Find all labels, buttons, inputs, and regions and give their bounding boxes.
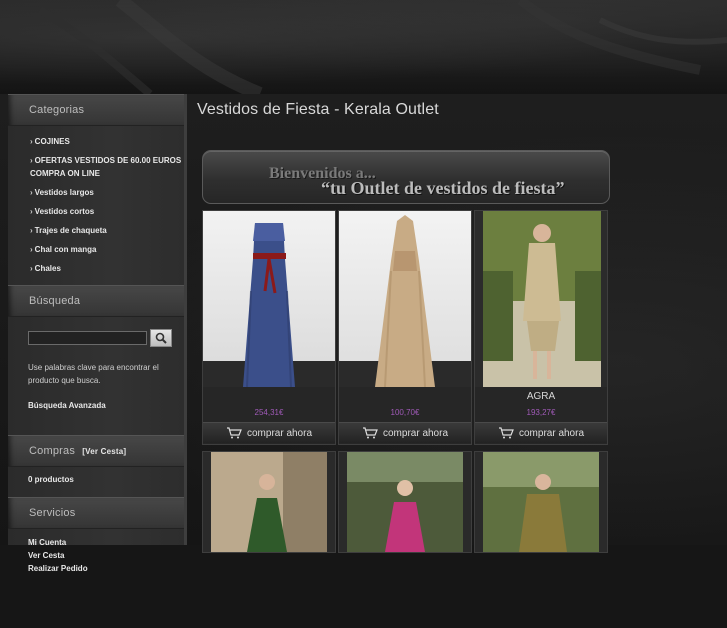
arrow-icon: ›	[30, 264, 33, 273]
product-price: 193,27€	[526, 408, 556, 417]
page-title: Vestidos de Fiesta - Kerala Outlet	[197, 101, 439, 118]
buy-now-label: comprar ahora	[518, 427, 585, 439]
product-card[interactable]	[338, 451, 472, 553]
product-card[interactable]	[474, 451, 608, 553]
search-button[interactable]	[150, 329, 172, 347]
product-image[interactable]	[475, 211, 607, 387]
product-card[interactable]	[202, 451, 336, 553]
services-title: Servicios	[29, 507, 76, 519]
cart-icon	[362, 427, 378, 439]
categories-header: Categorias	[8, 94, 184, 126]
category-item-vestidos-cortos[interactable]: › Vestidos cortos	[30, 203, 184, 220]
categories-title: Categorias	[29, 104, 85, 116]
view-cart-link[interactable]: [Ver Cesta]	[82, 447, 126, 456]
dress-image	[203, 211, 335, 387]
outfit-image	[475, 452, 607, 552]
product-image[interactable]	[203, 211, 335, 387]
product-price: 100,70€	[390, 408, 420, 417]
product-price: 254,31€	[254, 408, 284, 417]
category-label: Vestidos cortos	[34, 207, 95, 216]
search-help-text: Use palabras clave para encontrar el pro…	[28, 363, 159, 385]
product-card[interactable]: 100,70€ comprar ahora	[338, 210, 472, 445]
service-view-cart[interactable]: Ver Cesta	[28, 549, 184, 562]
service-my-account[interactable]: Mi Cuenta	[28, 536, 184, 549]
search-title: Búsqueda	[29, 295, 81, 307]
category-item-trajes[interactable]: › Trajes de chaqueta	[30, 222, 184, 239]
search-input[interactable]	[28, 331, 147, 345]
category-item-chal-con-manga[interactable]: › Chal con manga	[30, 241, 184, 258]
category-item-vestidos-largos[interactable]: › Vestidos largos	[30, 184, 184, 201]
search-box: Use palabras clave para encontrar el pro…	[8, 317, 184, 435]
cart-icon	[226, 427, 242, 439]
buy-now-label: comprar ahora	[246, 427, 313, 439]
arrow-icon: ›	[30, 245, 33, 254]
arrow-icon: ›	[30, 156, 33, 165]
category-label: Chales	[34, 264, 61, 273]
buy-now-button[interactable]: comprar ahora	[203, 422, 335, 443]
arrow-icon: ›	[30, 226, 33, 235]
arrow-icon: ›	[30, 188, 33, 197]
buy-now-button[interactable]: comprar ahora	[339, 422, 471, 443]
header-banner	[0, 0, 727, 94]
services-header: Servicios	[8, 497, 184, 529]
services-list: Mi Cuenta Ver Cesta Realizar Pedido	[8, 529, 184, 575]
outfit-image	[475, 211, 607, 387]
arrow-icon: ›	[30, 137, 33, 146]
category-list: › COJINES › OFERTAS VESTIDOS DE 60.00 EURO…	[8, 126, 184, 285]
buy-now-label: comprar ahora	[382, 427, 449, 439]
welcome-banner: Bienvenidos a... “tu Outlet de vestidos …	[202, 150, 610, 204]
product-image[interactable]	[339, 452, 471, 628]
header-decoration	[37, 0, 727, 94]
product-image[interactable]	[339, 211, 471, 387]
category-label: Trajes de chaqueta	[34, 226, 107, 235]
category-item-ofertas[interactable]: › OFERTAS VESTIDOS DE 60.00 EUROS COMPRA …	[30, 152, 184, 182]
sidebar: Categorias › COJINES › OFERTAS VESTIDOS DE…	[8, 94, 187, 573]
product-card[interactable]: 254,31€ comprar ahora	[202, 210, 336, 445]
arrow-icon: ›	[30, 207, 33, 216]
banner-line-2: “tu Outlet de vestidos de fiesta”	[321, 178, 565, 198]
category-label: Chal con manga	[34, 245, 97, 254]
product-card[interactable]: AGRA 193,27€ comprar ahora	[474, 210, 608, 445]
search-icon	[155, 332, 167, 344]
cart-count: 0 productos	[28, 475, 74, 484]
cart-icon	[498, 427, 514, 439]
service-checkout[interactable]: Realizar Pedido	[28, 562, 184, 575]
category-label: OFERTAS VESTIDOS DE 60.00 EUROS COMPRA O…	[30, 156, 182, 178]
buy-now-button[interactable]: comprar ahora	[475, 422, 607, 443]
cart-header: Compras [Ver Cesta]	[8, 435, 184, 467]
product-name[interactable]: AGRA	[475, 391, 607, 402]
category-label: COJINES	[34, 137, 70, 146]
dress-image	[339, 452, 471, 552]
dress-image	[339, 211, 471, 387]
search-header: Búsqueda	[8, 285, 184, 317]
main-content: Vestidos de Fiesta - Kerala Outlet Bienv…	[197, 94, 717, 553]
dress-image	[203, 452, 335, 552]
category-label: Vestidos largos	[34, 188, 94, 197]
category-item-cojines[interactable]: › COJINES	[30, 133, 184, 150]
cart-title: Compras	[29, 445, 76, 457]
category-item-chales[interactable]: › Chales	[30, 260, 184, 277]
product-image[interactable]	[475, 452, 607, 628]
advanced-search-link[interactable]: Búsqueda Avanzada	[28, 401, 184, 410]
product-image[interactable]	[203, 452, 335, 628]
